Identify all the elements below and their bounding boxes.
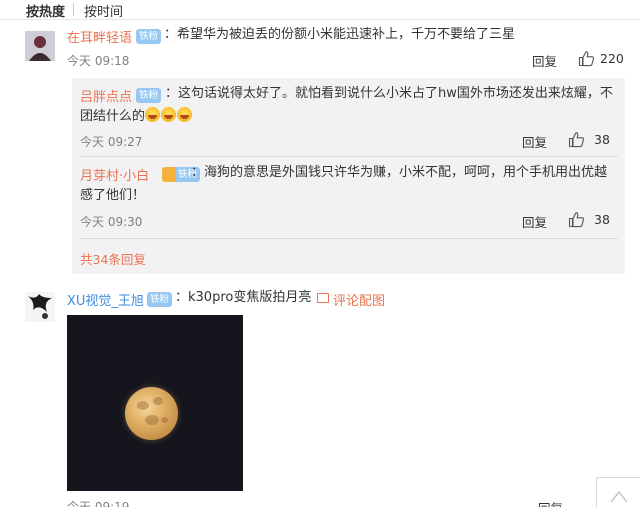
tab-divider [73,3,74,16]
fan-badge: 铁粉 [136,88,162,103]
reply-username[interactable]: 月芽村·小白 [80,165,149,184]
reply-button[interactable]: 回复 [532,51,557,70]
reply-divider [80,156,618,157]
reply-button[interactable]: 回复 [522,212,547,231]
comment-time: 今天 09:18 [67,54,130,68]
laugh-cry-emoji-icon [145,107,161,122]
image-icon [317,293,329,303]
thumbs-up-icon[interactable] [568,131,585,148]
sort-tabs: 按热度 按时间 [0,0,640,20]
thumbs-up-icon[interactable] [568,211,585,228]
laugh-cry-emoji-icon [161,107,177,122]
laugh-cry-emoji-icon [177,107,193,122]
sort-by-hot-tab[interactable]: 按热度 [26,1,65,20]
like-count: 38 [594,212,610,227]
reply-text-line1: ：海狗的意思是外国钱只许华为赚，小米不配，呵呵，用个手机用出优越 [191,165,608,180]
comment-image-link[interactable]: 评论配图 [333,290,385,309]
comment-text: ：k30pro变焦版拍月亮 [175,290,312,305]
reply-username[interactable]: 吕胖点点 [80,86,132,105]
floating-corner-button[interactable] [596,477,640,507]
comment-username[interactable]: 在耳畔轻语 [67,27,132,46]
comment-username[interactable]: XU视觉_王旭 [67,290,144,309]
reply-time: 今天 09:27 [80,135,143,149]
like-count: 38 [594,132,610,147]
replies-panel: 吕胖点点 铁粉 ：这句话说得太好了。就怕看到说什么小米占了hw国外市场还发出来炫… [72,78,625,274]
reply-text-line2: 感了他们！ [80,188,146,203]
avatar[interactable] [25,292,55,322]
thumbs-up-icon[interactable] [578,50,595,67]
reply-text-line2: 团结什么的 [80,106,193,128]
fan-badge: 铁粉 [147,292,173,307]
like-count: 220 [600,51,624,66]
reply-button[interactable]: 回复 [522,132,547,151]
view-more-replies-link[interactable]: 共34条回复 [80,249,146,268]
reply-time: 今天 09:30 [80,215,143,229]
fan-badge: 铁粉 [136,29,162,44]
avatar[interactable] [25,31,55,61]
comment-text: ：希望华为被迫丢的份额小米能迅速补上，千万不要给了三星 [164,27,516,42]
reply-text-line1: ：这句话说得太好了。就怕看到说什么小米占了hw国外市场还发出来炫耀，不 [165,86,613,101]
reply-divider [80,238,618,239]
comment-photo-moon[interactable] [67,315,243,491]
moon-image [125,387,178,440]
sort-by-time-tab[interactable]: 按时间 [84,1,123,20]
comment-time: 今天 09:19 [67,500,130,507]
reply-button[interactable]: 回复 [538,498,563,507]
